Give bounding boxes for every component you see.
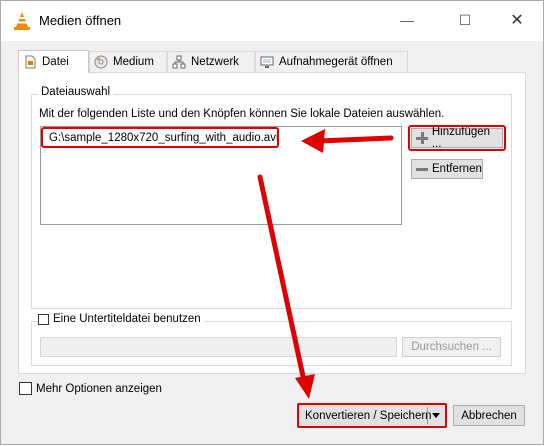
more-options-label: Mehr Optionen anzeigen (36, 382, 162, 395)
tab-capture-device-label: Aufnahmegerät öffnen (279, 56, 393, 68)
convert-button-highlight-box (297, 403, 447, 428)
file-selection-instruction: Mit der folgenden Liste und den Knöpfen … (39, 108, 445, 120)
capture-device-icon (260, 56, 274, 68)
tab-network-label: Netzwerk (191, 56, 239, 68)
title-bar: Medien öffnen — ☐ ✕ (1, 1, 543, 41)
open-media-dialog: Medien öffnen — ☐ ✕ Datei Medium Netzwer… (0, 0, 544, 445)
close-button[interactable]: ✕ (503, 9, 531, 31)
file-icon (25, 55, 36, 69)
network-icon (172, 55, 186, 69)
more-options-row[interactable]: Mehr Optionen anzeigen (19, 382, 162, 395)
tab-panel-file: Dateiauswahl Mit der folgenden Liste und… (18, 72, 526, 374)
subtitle-checkbox-label: Eine Untertiteldatei benutzen (53, 313, 201, 325)
maximize-button[interactable]: ☐ (451, 9, 479, 31)
tab-disc[interactable]: Medium (89, 51, 167, 72)
cancel-button[interactable]: Abbrechen (453, 405, 525, 426)
subtitle-checkbox-row[interactable]: Eine Untertiteldatei benutzen (38, 313, 204, 325)
more-options-checkbox[interactable] (19, 382, 32, 395)
tab-network[interactable]: Netzwerk (167, 51, 255, 72)
minus-icon (416, 167, 428, 171)
browse-button[interactable]: Durchsuchen ... (402, 337, 501, 357)
subtitle-checkbox[interactable] (38, 313, 49, 325)
file-selection-title: Dateiauswahl (38, 86, 114, 98)
vlc-cone-icon (14, 12, 30, 30)
remove-file-label: Entfernen (432, 163, 482, 175)
tab-capture-device[interactable]: Aufnahmegerät öffnen (255, 51, 408, 72)
tab-file-label: Datei (42, 56, 69, 68)
subtitle-path-input[interactable] (40, 337, 397, 357)
tab-file[interactable]: Datei (18, 50, 89, 73)
file-list[interactable]: G:\sample_1280x720_surfing_with_audio.av… (40, 126, 402, 225)
tab-disc-label: Medium (113, 56, 154, 68)
disc-icon (94, 55, 108, 69)
minimize-button[interactable]: — (393, 9, 421, 31)
window-title: Medien öffnen (39, 13, 122, 28)
remove-file-button[interactable]: Entfernen (411, 159, 483, 179)
file-highlight-box (41, 127, 279, 148)
add-button-highlight-box (408, 125, 506, 151)
